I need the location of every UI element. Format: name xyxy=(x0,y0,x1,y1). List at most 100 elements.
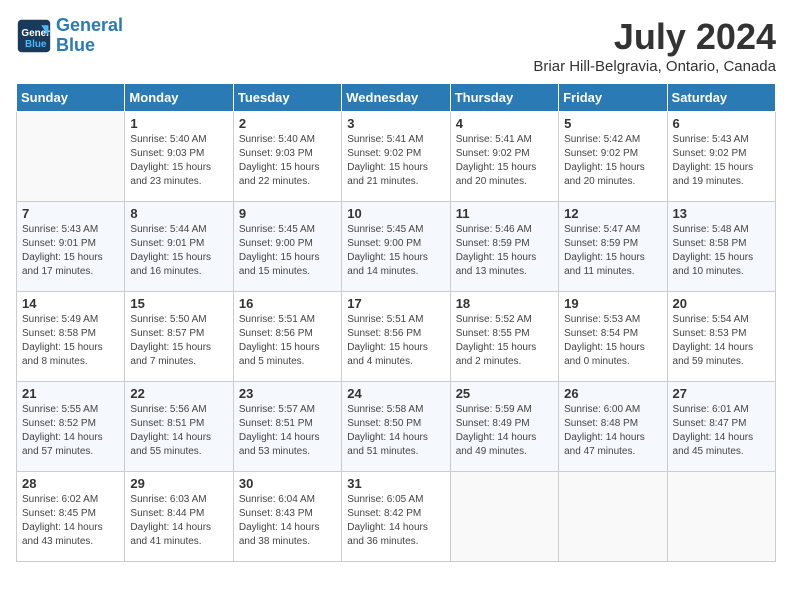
calendar-cell: 22 Sunrise: 5:56 AM Sunset: 8:51 PM Dayli… xyxy=(125,382,233,472)
cell-content: Sunrise: 5:45 AM Sunset: 9:00 PM Dayligh… xyxy=(347,223,444,279)
day-number: 29 xyxy=(130,476,227,491)
calendar-cell: 16 Sunrise: 5:51 AM Sunset: 8:56 PM Dayli… xyxy=(233,292,341,382)
cell-content: Sunrise: 5:55 AM Sunset: 8:52 PM Dayligh… xyxy=(22,403,119,459)
cell-content: Sunrise: 5:44 AM Sunset: 9:01 PM Dayligh… xyxy=(130,223,227,279)
logo: General Blue General Blue xyxy=(16,16,123,56)
page-header: General Blue General Blue July 2024 Bria… xyxy=(16,16,776,75)
cell-content: Sunrise: 6:00 AM Sunset: 8:48 PM Dayligh… xyxy=(564,403,661,459)
calendar-cell: 12 Sunrise: 5:47 AM Sunset: 8:59 PM Dayli… xyxy=(559,202,667,292)
day-number: 6 xyxy=(673,116,770,131)
calendar-cell: 19Sunrise: 5:53 AM Sunset: 8:54 PM Dayli… xyxy=(559,292,667,382)
calendar-cell: 18 Sunrise: 5:52 AM Sunset: 8:55 PM Dayli… xyxy=(450,292,558,382)
header-cell-saturday: Saturday xyxy=(667,84,775,112)
cell-content: Sunrise: 5:59 AM Sunset: 8:49 PM Dayligh… xyxy=(456,403,553,459)
day-number: 21 xyxy=(22,386,119,401)
calendar-cell: 23 Sunrise: 5:57 AM Sunset: 8:51 PM Dayli… xyxy=(233,382,341,472)
header-cell-monday: Monday xyxy=(125,84,233,112)
cell-content: Sunrise: 5:48 AM Sunset: 8:58 PM Dayligh… xyxy=(673,223,770,279)
day-number: 23 xyxy=(239,386,336,401)
calendar-cell: 25 Sunrise: 5:59 AM Sunset: 8:49 PM Dayli… xyxy=(450,382,558,472)
logo-icon: General Blue xyxy=(16,18,52,54)
cell-content: Sunrise: 6:02 AM Sunset: 8:45 PM Dayligh… xyxy=(22,493,119,549)
day-number: 9 xyxy=(239,206,336,221)
calendar-cell: 5Sunrise: 5:42 AM Sunset: 9:02 PM Daylig… xyxy=(559,112,667,202)
week-row-1: 1Sunrise: 5:40 AM Sunset: 9:03 PM Daylig… xyxy=(17,112,776,202)
cell-content: Sunrise: 5:40 AM Sunset: 9:03 PM Dayligh… xyxy=(130,133,227,189)
calendar-cell xyxy=(450,472,558,562)
cell-content: Sunrise: 5:58 AM Sunset: 8:50 PM Dayligh… xyxy=(347,403,444,459)
calendar-cell: 30 Sunrise: 6:04 AM Sunset: 8:43 PM Dayli… xyxy=(233,472,341,562)
cell-content: Sunrise: 5:46 AM Sunset: 8:59 PM Dayligh… xyxy=(456,223,553,279)
calendar-cell xyxy=(667,472,775,562)
calendar-cell: 31 Sunrise: 6:05 AM Sunset: 8:42 PM Dayli… xyxy=(342,472,450,562)
day-number: 30 xyxy=(239,476,336,491)
month-year: July 2024 xyxy=(533,16,776,58)
day-number: 24 xyxy=(347,386,444,401)
calendar-cell: 15 Sunrise: 5:50 AM Sunset: 8:57 PM Dayli… xyxy=(125,292,233,382)
calendar-cell: 29Sunrise: 6:03 AM Sunset: 8:44 PM Dayli… xyxy=(125,472,233,562)
cell-content: Sunrise: 5:53 AM Sunset: 8:54 PM Dayligh… xyxy=(564,313,661,369)
cell-content: Sunrise: 5:41 AM Sunset: 9:02 PM Dayligh… xyxy=(456,133,553,189)
cell-content: Sunrise: 5:51 AM Sunset: 8:56 PM Dayligh… xyxy=(347,313,444,369)
day-number: 17 xyxy=(347,296,444,311)
day-number: 15 xyxy=(130,296,227,311)
cell-content: Sunrise: 5:42 AM Sunset: 9:02 PM Dayligh… xyxy=(564,133,661,189)
cell-content: Sunrise: 5:49 AM Sunset: 8:58 PM Dayligh… xyxy=(22,313,119,369)
cell-content: Sunrise: 5:51 AM Sunset: 8:56 PM Dayligh… xyxy=(239,313,336,369)
calendar-cell: 24 Sunrise: 5:58 AM Sunset: 8:50 PM Dayli… xyxy=(342,382,450,472)
calendar-cell: 4 Sunrise: 5:41 AM Sunset: 9:02 PM Daylig… xyxy=(450,112,558,202)
day-number: 3 xyxy=(347,116,444,131)
day-number: 26 xyxy=(564,386,661,401)
calendar-cell: 8Sunrise: 5:44 AM Sunset: 9:01 PM Daylig… xyxy=(125,202,233,292)
cell-content: Sunrise: 5:54 AM Sunset: 8:53 PM Dayligh… xyxy=(673,313,770,369)
day-number: 13 xyxy=(673,206,770,221)
cell-content: Sunrise: 5:43 AM Sunset: 9:01 PM Dayligh… xyxy=(22,223,119,279)
calendar-cell: 9 Sunrise: 5:45 AM Sunset: 9:00 PM Daylig… xyxy=(233,202,341,292)
day-number: 16 xyxy=(239,296,336,311)
calendar-cell: 13 Sunrise: 5:48 AM Sunset: 8:58 PM Dayli… xyxy=(667,202,775,292)
day-number: 25 xyxy=(456,386,553,401)
header-cell-wednesday: Wednesday xyxy=(342,84,450,112)
day-number: 12 xyxy=(564,206,661,221)
calendar-table: SundayMondayTuesdayWednesdayThursdayFrid… xyxy=(16,83,776,562)
calendar-cell: 11 Sunrise: 5:46 AM Sunset: 8:59 PM Dayli… xyxy=(450,202,558,292)
cell-content: Sunrise: 5:43 AM Sunset: 9:02 PM Dayligh… xyxy=(673,133,770,189)
cell-content: Sunrise: 5:52 AM Sunset: 8:55 PM Dayligh… xyxy=(456,313,553,369)
calendar-cell: 3Sunrise: 5:41 AM Sunset: 9:02 PM Daylig… xyxy=(342,112,450,202)
header-cell-sunday: Sunday xyxy=(17,84,125,112)
cell-content: Sunrise: 6:04 AM Sunset: 8:43 PM Dayligh… xyxy=(239,493,336,549)
location: Briar Hill-Belgravia, Ontario, Canada xyxy=(533,58,776,75)
day-number: 7 xyxy=(22,206,119,221)
cell-content: Sunrise: 6:05 AM Sunset: 8:42 PM Dayligh… xyxy=(347,493,444,549)
svg-text:Blue: Blue xyxy=(25,39,47,50)
cell-content: Sunrise: 5:40 AM Sunset: 9:03 PM Dayligh… xyxy=(239,133,336,189)
week-row-4: 21 Sunrise: 5:55 AM Sunset: 8:52 PM Dayli… xyxy=(17,382,776,472)
calendar-cell xyxy=(17,112,125,202)
day-number: 11 xyxy=(456,206,553,221)
week-row-5: 28Sunrise: 6:02 AM Sunset: 8:45 PM Dayli… xyxy=(17,472,776,562)
logo-text: General Blue xyxy=(56,16,123,56)
calendar-cell: 20Sunrise: 5:54 AM Sunset: 8:53 PM Dayli… xyxy=(667,292,775,382)
week-row-2: 7 Sunrise: 5:43 AM Sunset: 9:01 PM Daylig… xyxy=(17,202,776,292)
day-number: 18 xyxy=(456,296,553,311)
cell-content: Sunrise: 5:47 AM Sunset: 8:59 PM Dayligh… xyxy=(564,223,661,279)
calendar-cell: 7 Sunrise: 5:43 AM Sunset: 9:01 PM Daylig… xyxy=(17,202,125,292)
header-cell-thursday: Thursday xyxy=(450,84,558,112)
day-number: 27 xyxy=(673,386,770,401)
cell-content: Sunrise: 6:01 AM Sunset: 8:47 PM Dayligh… xyxy=(673,403,770,459)
cell-content: Sunrise: 5:57 AM Sunset: 8:51 PM Dayligh… xyxy=(239,403,336,459)
day-number: 22 xyxy=(130,386,227,401)
day-number: 4 xyxy=(456,116,553,131)
calendar-cell: 6 Sunrise: 5:43 AM Sunset: 9:02 PM Daylig… xyxy=(667,112,775,202)
calendar-cell: 14Sunrise: 5:49 AM Sunset: 8:58 PM Dayli… xyxy=(17,292,125,382)
cell-content: Sunrise: 5:50 AM Sunset: 8:57 PM Dayligh… xyxy=(130,313,227,369)
week-row-3: 14Sunrise: 5:49 AM Sunset: 8:58 PM Dayli… xyxy=(17,292,776,382)
day-number: 2 xyxy=(239,116,336,131)
day-number: 31 xyxy=(347,476,444,491)
header-cell-friday: Friday xyxy=(559,84,667,112)
calendar-cell: 28Sunrise: 6:02 AM Sunset: 8:45 PM Dayli… xyxy=(17,472,125,562)
cell-content: Sunrise: 5:45 AM Sunset: 9:00 PM Dayligh… xyxy=(239,223,336,279)
header-cell-tuesday: Tuesday xyxy=(233,84,341,112)
calendar-cell: 27 Sunrise: 6:01 AM Sunset: 8:47 PM Dayli… xyxy=(667,382,775,472)
cell-content: Sunrise: 5:56 AM Sunset: 8:51 PM Dayligh… xyxy=(130,403,227,459)
